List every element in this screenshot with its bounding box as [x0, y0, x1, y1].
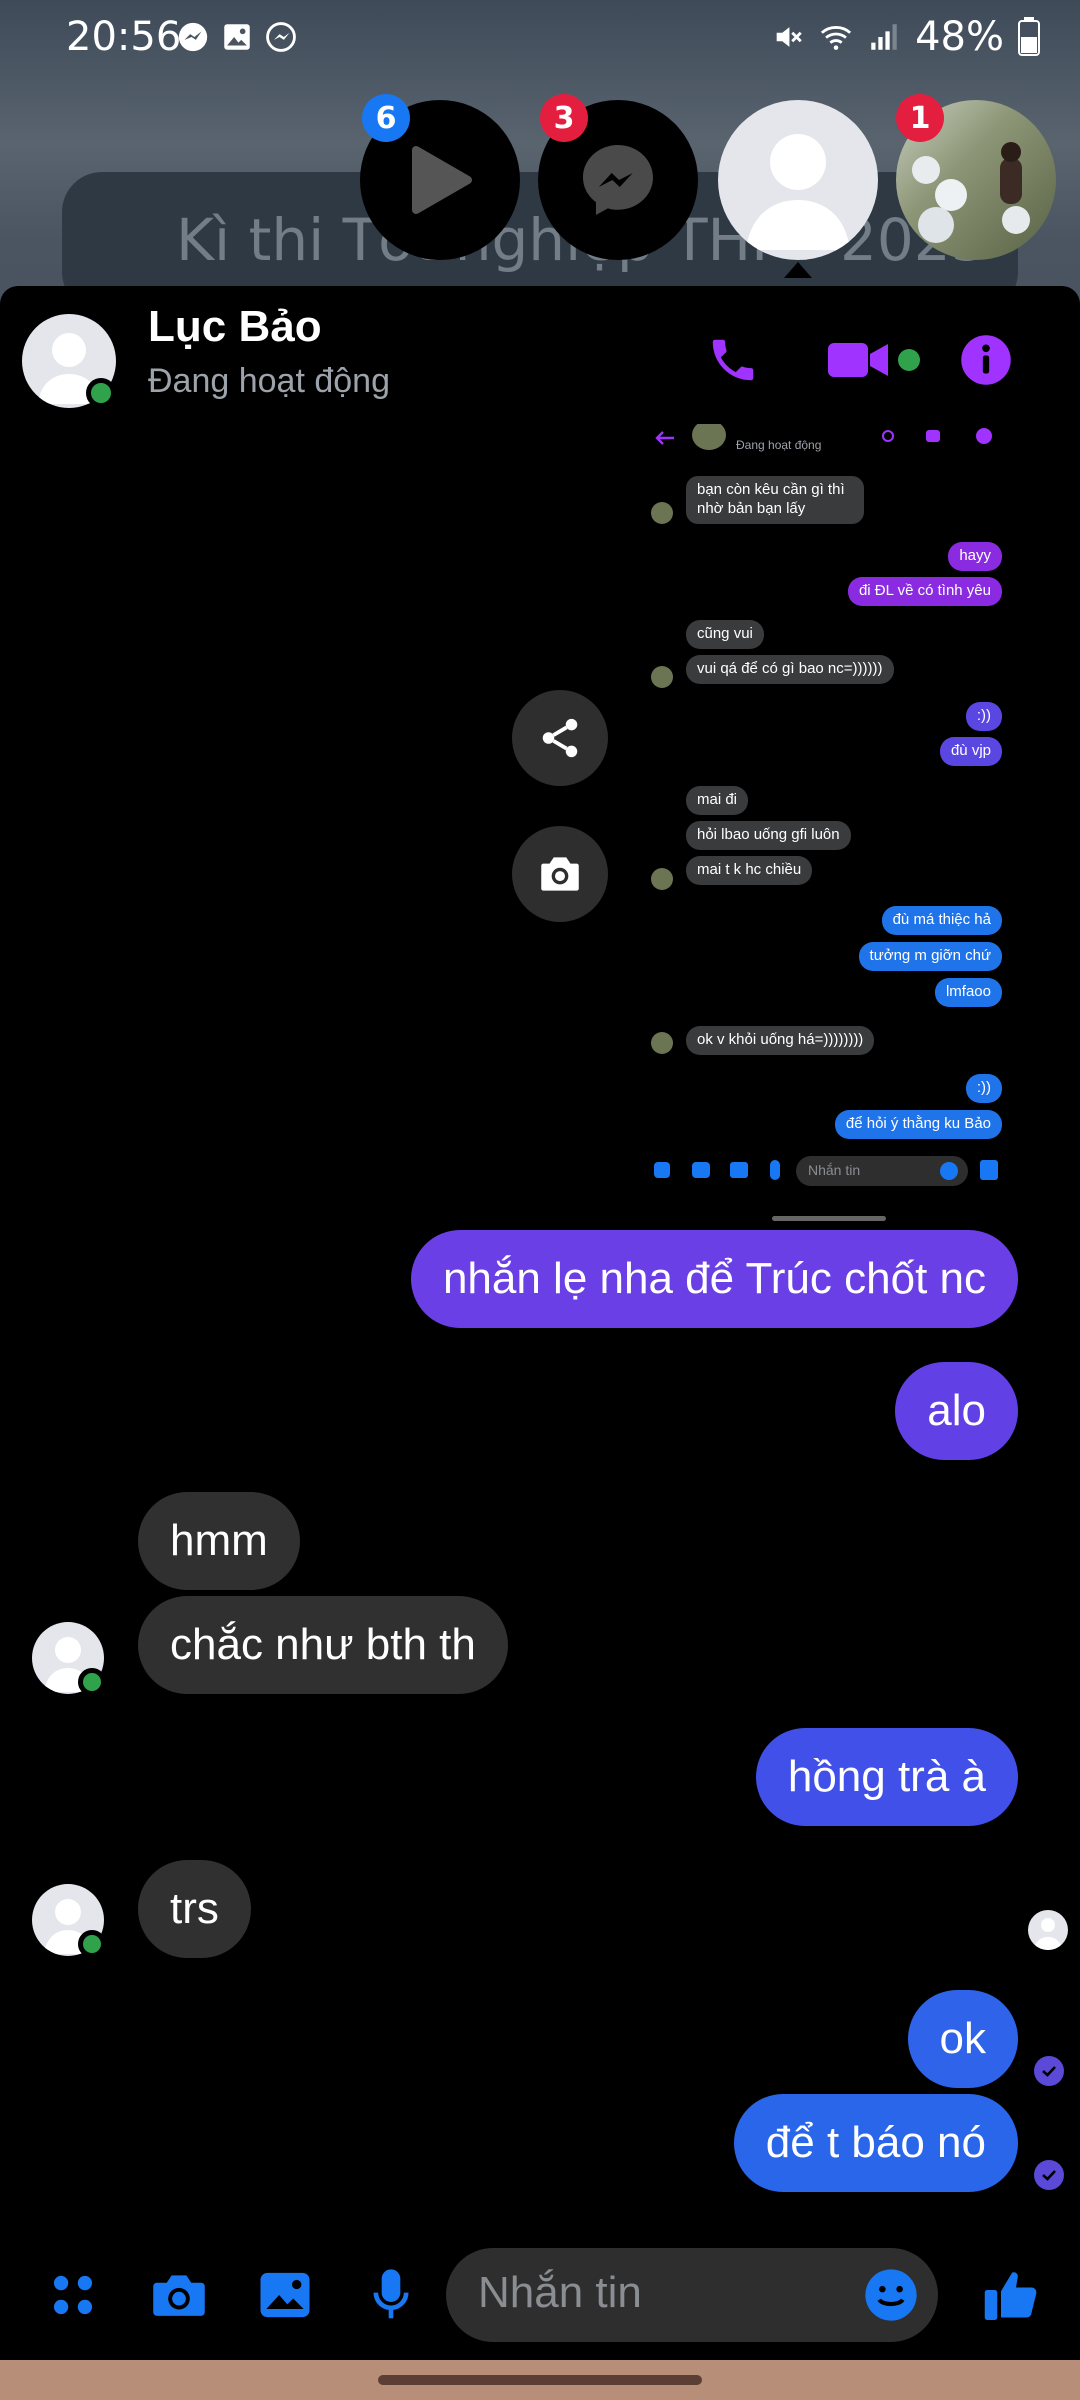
shot-message: đi ĐL về có tình yêu [847, 577, 1002, 606]
online-status-dot [86, 378, 116, 408]
outgoing-message[interactable]: alo [895, 1362, 1018, 1460]
contact-name[interactable]: Lục Bảo [148, 302, 322, 352]
apps-icon [53, 2275, 93, 2315]
status-bar: 20:56 48% [0, 0, 1080, 80]
outgoing-message[interactable]: ok [907, 1990, 1018, 2088]
mini-avatar [651, 666, 673, 688]
video-camera-icon [828, 343, 888, 377]
outgoing-message[interactable]: để t báo nó [733, 2094, 1018, 2192]
audio-call-button[interactable] [702, 330, 764, 390]
chathead-badge: 6 [362, 94, 410, 142]
preview-handle[interactable] [772, 1216, 886, 1221]
messenger-icon [583, 145, 653, 215]
mini-avatar [651, 868, 673, 890]
shot-message: :)) [965, 702, 1002, 731]
contact-status: Đang hoạt động [148, 362, 390, 400]
chathead-pointer [784, 262, 812, 278]
mini-like-icon [980, 1160, 998, 1180]
online-status-dot [78, 1930, 106, 1958]
video-call-button[interactable] [826, 330, 920, 390]
emoji-button[interactable] [858, 2262, 924, 2328]
default-avatar-icon [746, 134, 850, 250]
shot-message: vui qá để có gì bao nc=)))))) [686, 655, 894, 684]
shot-message: để hỏi ý thằng ku Bảo [834, 1110, 1002, 1139]
mute-icon [776, 27, 802, 47]
mini-video-icon [926, 430, 940, 442]
camera-composer-button[interactable] [146, 2262, 212, 2328]
share-icon [542, 718, 578, 758]
signal-icon [871, 24, 897, 50]
outgoing-message[interactable]: nhắn lẹ nha để Trúc chốt nc [410, 1230, 1018, 1328]
mini-header-status: Đang hoạt động [736, 438, 822, 452]
mini-avatar [651, 502, 673, 524]
shot-message: bạn còn kêu cần gì thì nhờ bản bạn lấy [686, 476, 864, 524]
mini-emoji-icon [940, 1162, 958, 1180]
status-right: 48% [771, 14, 1040, 60]
mini-contact-avatar [692, 424, 726, 450]
info-button[interactable] [958, 330, 1014, 390]
active-dot [898, 349, 920, 371]
voice-message-button[interactable] [358, 2262, 424, 2328]
shot-message: ok v khỏi uống há=)))))))) [686, 1026, 875, 1055]
mini-avatar [651, 1032, 673, 1054]
messenger-icon [178, 22, 208, 52]
shot-message: đù má thiệc hả [881, 906, 1002, 935]
chathead-badge: 1 [896, 94, 944, 142]
mini-call-icon [882, 430, 894, 442]
contact-chathead[interactable] [718, 100, 878, 260]
shot-message: hayy [948, 542, 1002, 571]
back-arrow-icon [655, 431, 674, 445]
home-gesture-bar[interactable] [378, 2375, 702, 2385]
status-time: 20:56 [66, 14, 182, 60]
incoming-message[interactable]: trs [138, 1860, 251, 1958]
gallery-composer-button[interactable] [252, 2262, 318, 2328]
wifi-icon [820, 26, 852, 50]
like-button[interactable] [978, 2262, 1044, 2328]
mini-info-icon [976, 428, 992, 444]
mini-composer-placeholder: Nhắn tin [808, 1162, 861, 1178]
mini-camera-icon [692, 1162, 710, 1178]
messenger-icon [266, 22, 296, 52]
battery-percent: 48% [915, 14, 1004, 60]
mini-gallery-icon [730, 1162, 748, 1178]
shared-screenshot-image[interactable]: Đang hoạt động bạn còn kêu cần gì thì nh… [640, 424, 1016, 1196]
online-status-dot [78, 1668, 106, 1696]
outgoing-message[interactable]: hồng trà à [755, 1728, 1018, 1826]
gallery-icon [224, 24, 250, 50]
delivered-check-icon [1034, 2056, 1064, 2086]
incoming-message[interactable]: chắc như bth th [138, 1596, 508, 1694]
apps-menu-button[interactable] [40, 2262, 106, 2328]
play-icon [412, 146, 472, 214]
share-button[interactable] [512, 690, 608, 786]
emoji-icon [865, 2269, 917, 2321]
battery-icon [1018, 17, 1040, 56]
microphone-icon [373, 2269, 409, 2319]
mini-mic-icon [770, 1160, 780, 1180]
camera-button[interactable] [512, 826, 608, 922]
default-avatar-icon [1034, 1918, 1062, 1950]
shot-message: lmfaoo [934, 978, 1002, 1007]
delivered-check-icon [1034, 2160, 1064, 2190]
thumbs-up-icon [984, 2272, 1037, 2320]
shot-message: mai t k hc chiều [686, 856, 813, 885]
notification-icons [176, 20, 298, 54]
gallery-icon [260, 2272, 310, 2318]
shot-message: :)) [965, 1074, 1002, 1103]
camera-icon [541, 857, 579, 891]
phone-icon [712, 339, 754, 381]
chathead-badge: 3 [540, 94, 588, 142]
shot-message: đù vjp [939, 737, 1002, 766]
shot-message: cũng vui [686, 620, 764, 649]
shot-message: mai đi [686, 786, 749, 815]
incoming-message[interactable]: hmm [138, 1492, 300, 1590]
message-input-placeholder: Nhắn tin [478, 2268, 642, 2317]
shot-message: hỏi lbao uống gfi luôn [686, 821, 851, 850]
shot-message: tưởng m giỡn chứ [858, 942, 1002, 971]
camera-icon [153, 2275, 205, 2316]
mini-apps-icon [654, 1162, 670, 1178]
seen-indicator-avatar [1028, 1910, 1068, 1950]
info-icon [961, 335, 1011, 385]
